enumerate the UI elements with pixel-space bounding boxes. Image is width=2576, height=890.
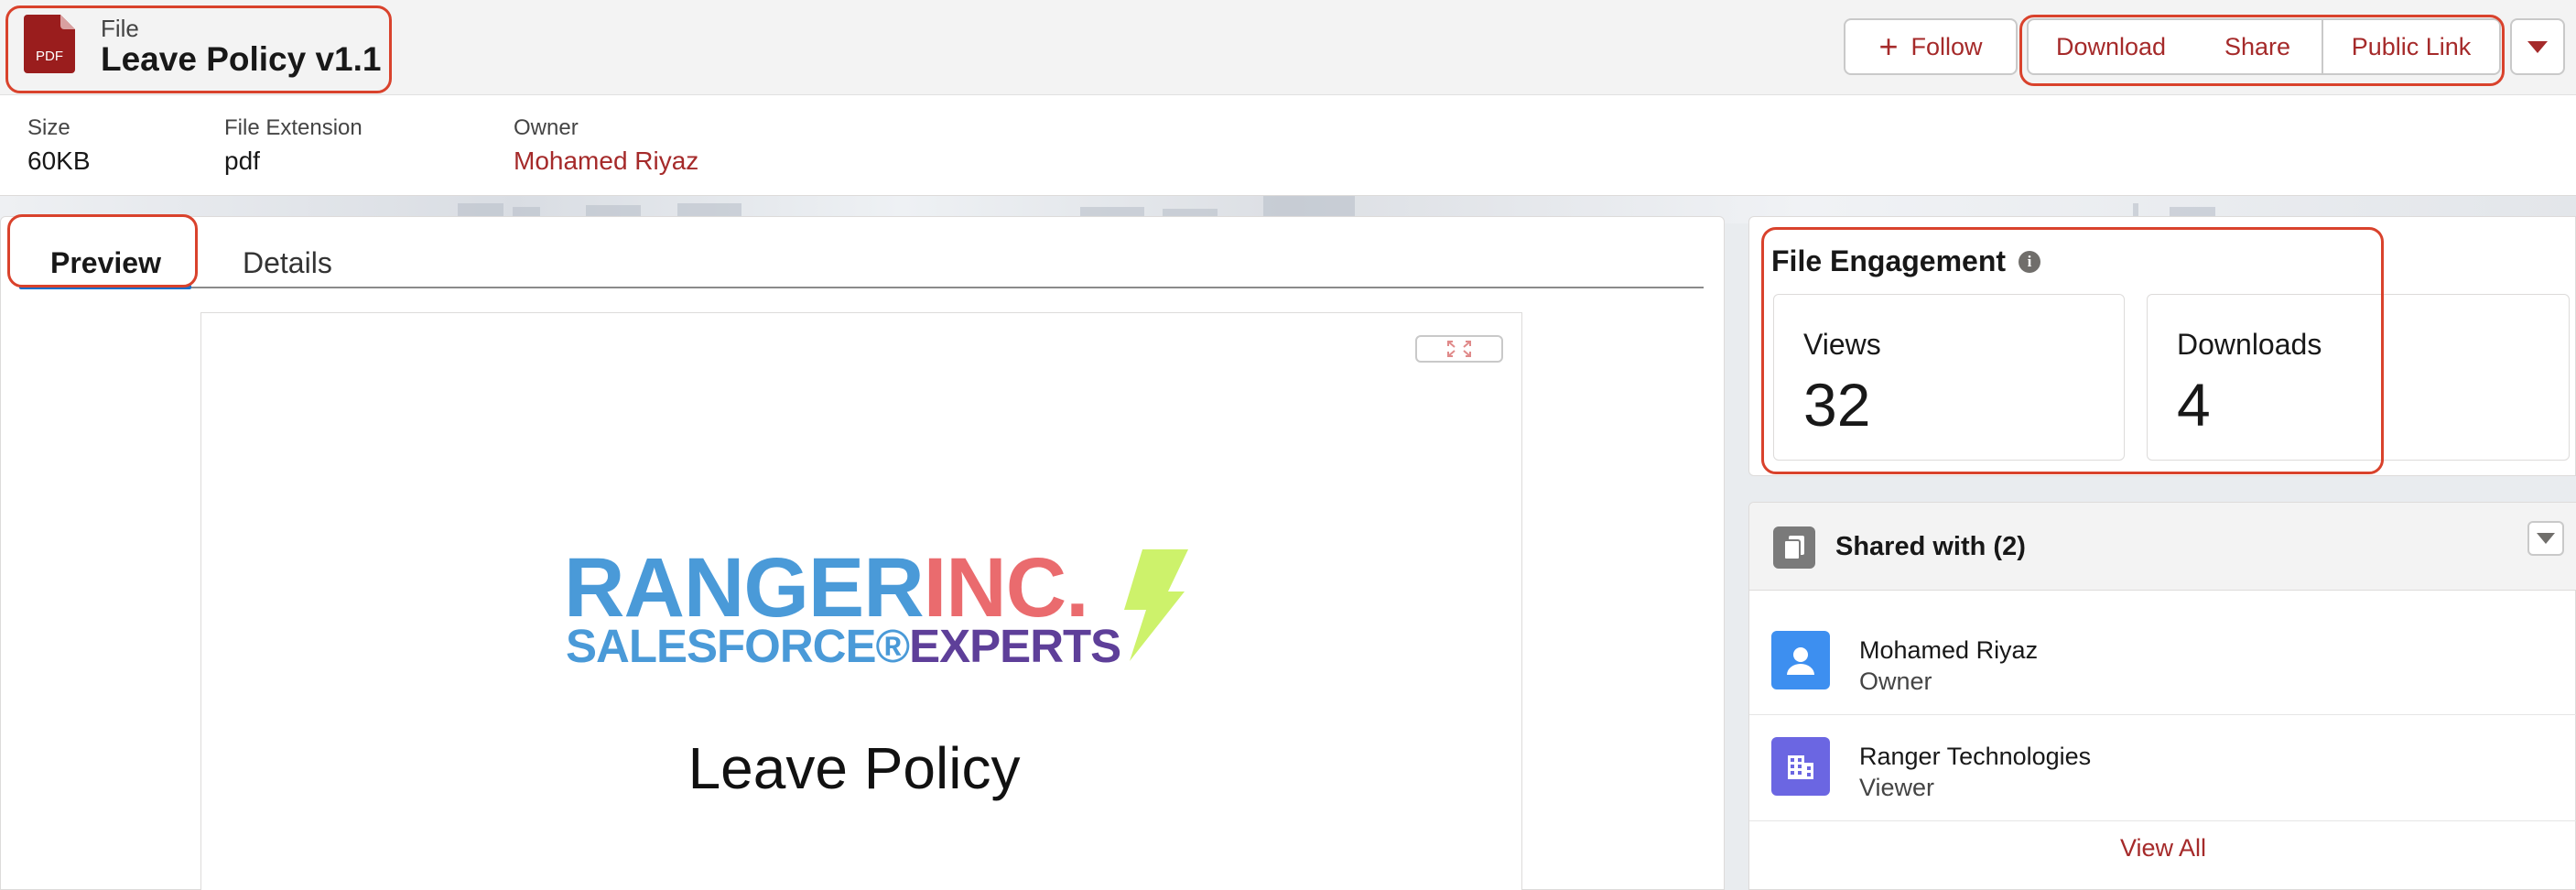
owner-link[interactable]: Mohamed Riyaz: [514, 147, 698, 176]
views-label: Views: [1803, 328, 1881, 361]
file-extension-value: pdf: [224, 147, 260, 175]
files-icon: [1773, 526, 1815, 569]
more-actions-button[interactable]: [2510, 18, 2565, 75]
file-extension-field: File Extension pdf: [224, 115, 363, 176]
highlights-panel: Size 60KB File Extension pdf Owner Moham…: [0, 95, 2576, 196]
share-button[interactable]: Share: [2193, 18, 2323, 75]
logo-experts-text: EXPERTS: [909, 620, 1121, 672]
expand-icon: [1447, 341, 1471, 357]
expand-preview-button[interactable]: [1415, 335, 1503, 363]
shared-person-name[interactable]: Ranger Technologies: [1859, 743, 2091, 771]
logo-salesforce-text: SALESFORCE®: [566, 620, 910, 672]
download-button[interactable]: Download: [2027, 18, 2195, 75]
engagement-title: File Engagement: [1771, 244, 2007, 277]
building-icon: [1771, 737, 1830, 796]
chevron-down-icon: [2527, 40, 2548, 53]
company-logo: RANGERINC. SALESFORCE®EXPERTS: [564, 546, 1223, 674]
shared-with-header: Shared with (2): [1749, 503, 2576, 591]
owner-label: Owner: [514, 115, 579, 140]
document-title: Leave Policy: [687, 735, 1021, 801]
list-item: Mohamed Riyaz Owner: [1749, 609, 2576, 715]
shared-person-role: Viewer: [1859, 774, 1935, 801]
shared-with-menu-button[interactable]: [2527, 521, 2564, 556]
record-header: PDF File Leave Policy v1.1 + Follow Down…: [0, 0, 2576, 95]
record-type-label: File: [101, 15, 139, 42]
lightning-bolt-icon: [1124, 549, 1188, 661]
shared-with-title[interactable]: Shared with (2): [1835, 532, 2026, 562]
user-icon: [1771, 631, 1830, 689]
list-item: Ranger Technologies Viewer: [1749, 715, 2576, 821]
file-engagement-card: File Engagement i Views 32 Downloads 4: [1748, 216, 2576, 476]
downloads-count: 4: [2177, 371, 2211, 439]
tab-details[interactable]: Details: [243, 246, 332, 280]
info-icon[interactable]: i: [2019, 250, 2041, 273]
shared-with-card: Shared with (2) Mohamed Riyaz Owner Rang…: [1748, 502, 2576, 890]
shared-person-role: Owner: [1859, 668, 1932, 695]
svg-text:PDF: PDF: [36, 49, 63, 64]
size-label: Size: [27, 115, 70, 140]
views-stat: Views 32: [1773, 294, 2125, 461]
downloads-label: Downloads: [2177, 328, 2322, 361]
active-tab-indicator: [19, 285, 191, 289]
page-title: Leave Policy v1.1: [101, 40, 382, 78]
plus-icon: +: [1878, 27, 1899, 65]
follow-button[interactable]: + Follow: [1844, 18, 2018, 75]
follow-label: Follow: [1910, 32, 1983, 60]
downloads-stat: Downloads 4: [2147, 294, 2570, 461]
chevron-down-icon: [2537, 533, 2555, 544]
document-preview: RANGERINC. SALESFORCE®EXPERTS Leave Poli…: [200, 312, 1522, 890]
size-value: 60KB: [27, 147, 91, 175]
file-extension-label: File Extension: [224, 115, 363, 140]
tab-preview[interactable]: Preview: [50, 246, 161, 280]
shared-person-name[interactable]: Mohamed Riyaz: [1859, 636, 2038, 665]
pdf-file-icon: PDF: [24, 15, 75, 73]
view-all-link[interactable]: View All: [1749, 834, 2576, 863]
tab-bar: Preview Details: [19, 228, 1704, 289]
preview-card: Preview Details RANGERINC. SALESFORCE®EX…: [0, 216, 1725, 890]
views-count: 32: [1803, 371, 1871, 439]
size-field: Size 60KB: [27, 115, 91, 176]
public-link-button[interactable]: Public Link: [2323, 18, 2501, 75]
owner-field: Owner Mohamed Riyaz: [514, 115, 698, 176]
